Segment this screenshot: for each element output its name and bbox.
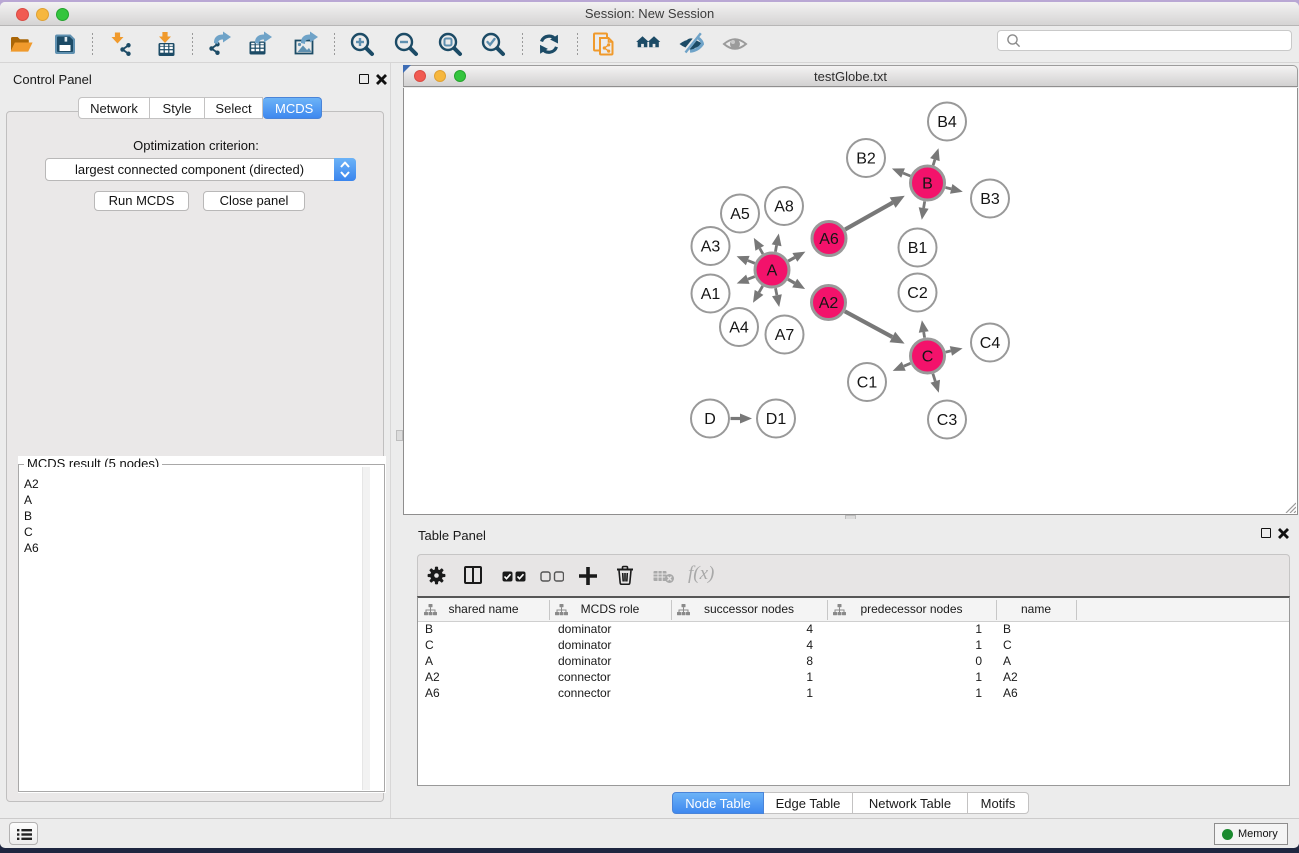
svg-text:A3: A3	[701, 239, 721, 256]
svg-text:C3: C3	[937, 412, 958, 429]
svg-text:B2: B2	[856, 151, 876, 168]
svg-text:A5: A5	[730, 206, 750, 223]
svg-text:C1: C1	[857, 375, 878, 392]
svg-text:A1: A1	[701, 286, 721, 303]
svg-text:A: A	[767, 263, 778, 280]
svg-text:D1: D1	[766, 411, 787, 428]
svg-text:B4: B4	[937, 114, 957, 131]
svg-text:A8: A8	[774, 199, 794, 216]
svg-text:D: D	[704, 411, 716, 428]
svg-text:A7: A7	[775, 327, 795, 344]
svg-text:B: B	[922, 176, 933, 193]
svg-text:A4: A4	[729, 320, 749, 337]
svg-text:A2: A2	[819, 295, 839, 312]
svg-text:C2: C2	[907, 285, 928, 302]
svg-text:C: C	[922, 349, 934, 366]
svg-text:B1: B1	[908, 240, 928, 257]
svg-text:A6: A6	[819, 231, 839, 248]
svg-text:B3: B3	[980, 191, 1000, 208]
svg-text:C4: C4	[980, 335, 1001, 352]
